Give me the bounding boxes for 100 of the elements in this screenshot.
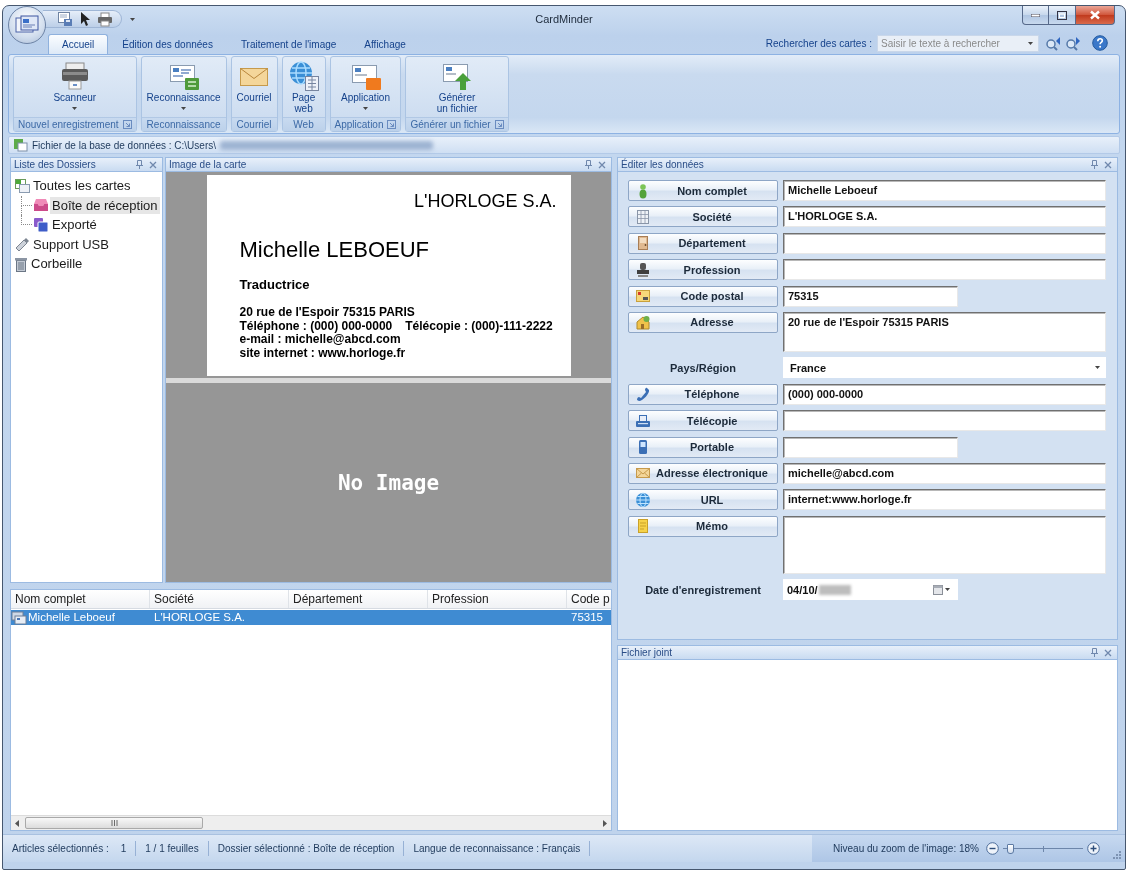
column-header[interactable]: Code p xyxy=(567,590,611,608)
pin-icon[interactable] xyxy=(585,160,592,169)
printer-icon[interactable] xyxy=(97,11,113,27)
field-label-button[interactable]: Télécopie xyxy=(628,410,778,432)
text-field[interactable]: internet:www.horloge.fr xyxy=(783,489,1106,511)
folder-item[interactable]: Exporté xyxy=(50,216,99,234)
maximize-button[interactable] xyxy=(1049,6,1076,25)
text-field[interactable]: michelle@abcd.com xyxy=(783,462,1106,484)
minimize-button[interactable] xyxy=(1022,6,1049,25)
card-company: L'HORLOGE S.A. xyxy=(413,191,557,211)
card-name: Michelle LEBOEUF xyxy=(239,237,430,263)
column-header[interactable]: Société xyxy=(150,590,289,608)
zoom-out-icon[interactable] xyxy=(986,842,999,855)
caret-icon[interactable] xyxy=(945,588,950,592)
field-label-button[interactable]: Téléphone xyxy=(628,383,778,405)
folder-item[interactable]: Support USB xyxy=(31,235,111,253)
card-icon xyxy=(15,15,39,35)
field-label-button[interactable]: Adresse xyxy=(628,311,778,333)
slider-thumb[interactable] xyxy=(1006,843,1014,854)
ribbon-button[interactable]: Scanneur xyxy=(50,59,100,117)
caret-icon xyxy=(1095,366,1100,370)
table-row[interactable]: Michelle Leboeuf L'HORLOGE S.A. 75315 xyxy=(11,610,611,625)
column-header[interactable]: Profession xyxy=(428,590,567,608)
field-label: Date d'enregistrement xyxy=(645,583,761,596)
text-field[interactable] xyxy=(783,410,1106,432)
text-field[interactable] xyxy=(783,232,1106,254)
folder-item[interactable]: Toutes les cartes xyxy=(31,177,133,195)
ribbon-tab[interactable]: Accueil xyxy=(48,34,109,54)
help-icon[interactable] xyxy=(1092,35,1108,51)
horizontal-scrollbar[interactable] xyxy=(11,815,611,830)
field-label-button[interactable]: Société xyxy=(628,206,778,228)
caret-icon[interactable] xyxy=(72,107,78,110)
field-label-button[interactable]: Profession xyxy=(628,259,778,281)
close-icon[interactable] xyxy=(1104,160,1112,169)
text-field[interactable] xyxy=(783,259,1106,281)
pin-icon[interactable] xyxy=(1091,160,1098,169)
country-dropdown[interactable]: France xyxy=(783,357,1106,379)
squares-icon xyxy=(33,216,49,233)
column-header[interactable]: Nom complet xyxy=(11,590,150,608)
close-icon[interactable] xyxy=(1104,648,1112,657)
date-field[interactable]: 04/10/ xyxy=(783,579,958,601)
text-field[interactable]: 75315 xyxy=(783,285,958,307)
text-field[interactable] xyxy=(783,436,958,458)
folder-item[interactable]: Corbeille xyxy=(29,255,85,273)
caret-icon[interactable] xyxy=(130,17,135,21)
text-field[interactable]: (000) 000-0000 xyxy=(783,383,1106,405)
scrollbar-thumb[interactable] xyxy=(25,817,203,829)
minimize-icon xyxy=(1031,13,1040,17)
status-text: Dossier sélectionné : Boîte de réception xyxy=(217,843,395,854)
ribbon-button[interactable]: Page web xyxy=(284,59,323,117)
arrow-right-icon[interactable] xyxy=(603,819,607,827)
caret-icon[interactable] xyxy=(363,107,368,110)
door-icon xyxy=(635,235,651,252)
arrow-left-icon[interactable] xyxy=(15,819,19,827)
group-label: Reconnaissance xyxy=(146,119,221,130)
application-menu-button[interactable] xyxy=(8,6,46,44)
ribbon-button[interactable]: Application xyxy=(338,59,393,117)
postcard-icon xyxy=(635,288,651,305)
launcher-icon[interactable] xyxy=(387,120,397,129)
field-label-button[interactable]: URL xyxy=(628,489,778,511)
zoom-in-icon[interactable] xyxy=(1087,842,1100,855)
text-area[interactable]: 20 rue de l'Espoir 75315 PARIS xyxy=(783,311,1106,352)
phone-icon xyxy=(635,386,651,403)
ribbon-tab[interactable]: Affichage xyxy=(350,34,420,54)
launcher-icon[interactable] xyxy=(122,120,132,129)
close-icon[interactable] xyxy=(149,160,157,169)
grip-icon xyxy=(110,820,118,826)
cursor-icon[interactable] xyxy=(79,11,91,27)
field-label-button[interactable]: Mémo xyxy=(628,515,778,537)
field-label-button[interactable]: Département xyxy=(628,232,778,254)
group-label: Générer un fichier xyxy=(410,119,491,130)
caret-icon[interactable] xyxy=(1028,41,1033,45)
field-label-button[interactable]: Adresse électronique xyxy=(628,462,778,484)
pin-icon[interactable] xyxy=(136,160,143,169)
pin-icon[interactable] xyxy=(1091,648,1098,657)
field-label-button[interactable]: Nom complet xyxy=(628,180,778,201)
field-label-button[interactable]: Code postal xyxy=(628,285,778,307)
globe-icon xyxy=(635,491,651,508)
group-label: Web xyxy=(293,119,314,130)
group-label: Courriel xyxy=(236,119,272,130)
search-next-icon[interactable] xyxy=(1065,35,1081,51)
document-icon[interactable] xyxy=(57,11,73,27)
globe-icon[interactable] xyxy=(287,60,320,92)
ribbon-button[interactable]: Courriel xyxy=(233,59,275,117)
close-icon[interactable] xyxy=(598,160,606,169)
text-field[interactable]: L'HORLOGE S.A. xyxy=(783,206,1106,228)
caret-icon[interactable] xyxy=(181,107,187,110)
window-title: CardMinder xyxy=(535,13,593,25)
ribbon-tab[interactable]: Édition des données xyxy=(108,34,227,54)
folder-item[interactable]: Boîte de réception xyxy=(50,196,160,214)
ribbon-tab[interactable]: Traitement de l'image xyxy=(226,34,351,54)
ribbon-button[interactable]: Générer un fichier xyxy=(433,59,481,117)
launcher-icon[interactable] xyxy=(494,120,504,129)
close-button[interactable] xyxy=(1076,6,1115,25)
search-previous-icon[interactable] xyxy=(1045,35,1061,51)
field-label-button[interactable]: Portable xyxy=(628,436,778,458)
resize-grip-icon[interactable] xyxy=(1112,850,1121,859)
ribbon-button[interactable]: Reconnaissance xyxy=(143,59,224,117)
column-header[interactable]: Département xyxy=(289,590,428,608)
text-field[interactable]: Michelle Leboeuf xyxy=(783,180,1106,201)
